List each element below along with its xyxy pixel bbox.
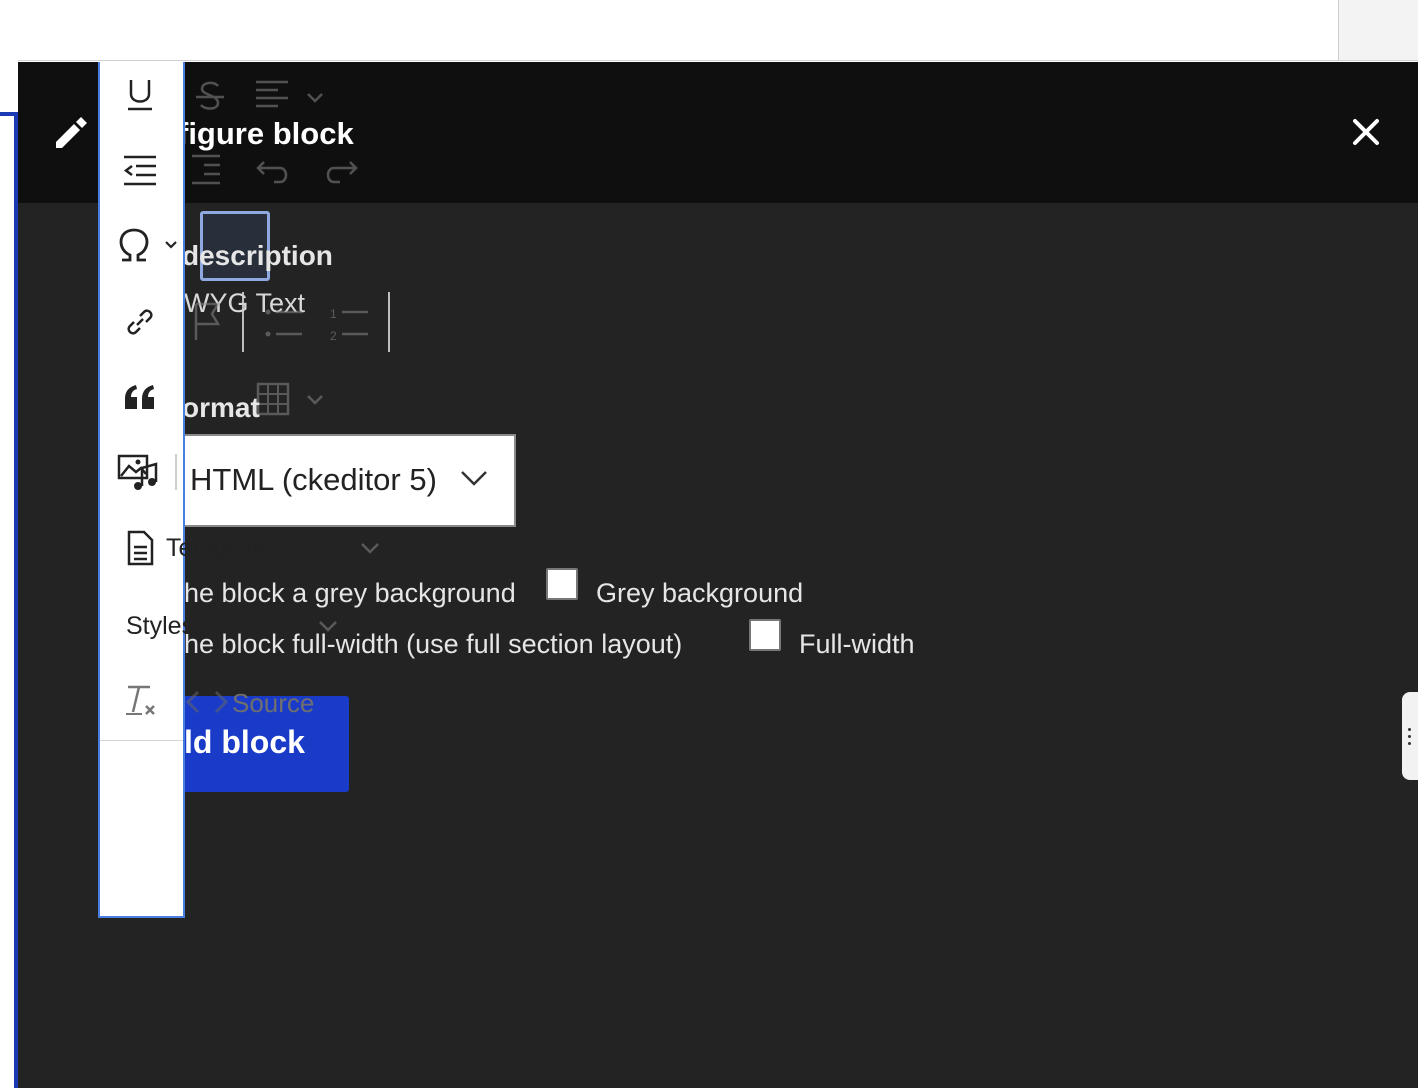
source-label: Source [232,688,315,718]
grey-background-checkbox[interactable] [546,568,578,600]
chevron-down-icon [461,471,487,486]
link-button[interactable] [116,298,164,346]
align-icon [256,80,323,108]
close-icon[interactable] [1350,116,1382,148]
full-width-label: he block full-width (use full section la… [184,629,683,659]
remove-format-icon [126,685,155,715]
svg-text:1: 1 [330,307,337,321]
outdent-icon [123,155,156,186]
special-characters-icon [119,228,177,262]
text-format-label: ormat [182,392,260,423]
special-characters-button[interactable] [116,222,178,270]
dialog-title: figure block [178,116,354,151]
indent-icon [192,154,220,185]
grey-background-label: he block a grey background [184,578,516,608]
toolbar-divider-2 [388,292,390,352]
styles-dropdown[interactable]: Styles [126,612,194,641]
template-label: Template [166,534,268,562]
numbered-list-icon: 1 2 [330,307,368,342]
source-icon [185,690,229,714]
outdent-button[interactable] [116,146,164,194]
grey-background-option[interactable]: Grey background [596,578,803,609]
template-button[interactable] [116,524,164,572]
strikethrough-icon [196,81,224,110]
full-width-checkbox[interactable] [749,619,781,651]
toolbar-overflow-items: Template Styles [100,62,267,741]
underline-button[interactable] [116,70,164,118]
blockquote-icon [125,385,154,409]
bulleted-list-icon [265,309,302,337]
remove-format-button[interactable] [116,676,164,724]
resize-handle[interactable] [1402,692,1418,780]
toolbar-overflow-panel: Template Styles [98,62,267,918]
bookmark-icon [194,302,221,340]
redo-icon [326,161,358,184]
undo-icon [256,161,288,184]
table-icon [256,382,323,416]
description-label: description [182,240,333,271]
text-format-value: HTML (ckeditor 5) [190,462,437,497]
browser-top-area [0,0,1338,61]
template-icon [127,530,154,566]
text-format-select[interactable]: HTML (ckeditor 5) [182,434,516,527]
configure-block-dialog: figure block description WYG Text 1 2 or… [18,62,1418,1088]
blockquote-button[interactable] [116,374,164,422]
scrollbar-corner [1338,0,1418,61]
full-width-option[interactable]: Full-width [799,629,915,660]
toolbar-divider [242,292,244,352]
template-dropdown-chevron [361,543,379,554]
media-button[interactable] [116,448,180,496]
link-icon [127,309,153,335]
pencil-icon [56,117,87,148]
media-icon [117,454,177,490]
underline-icon [128,80,152,111]
svg-text:2: 2 [330,329,337,342]
